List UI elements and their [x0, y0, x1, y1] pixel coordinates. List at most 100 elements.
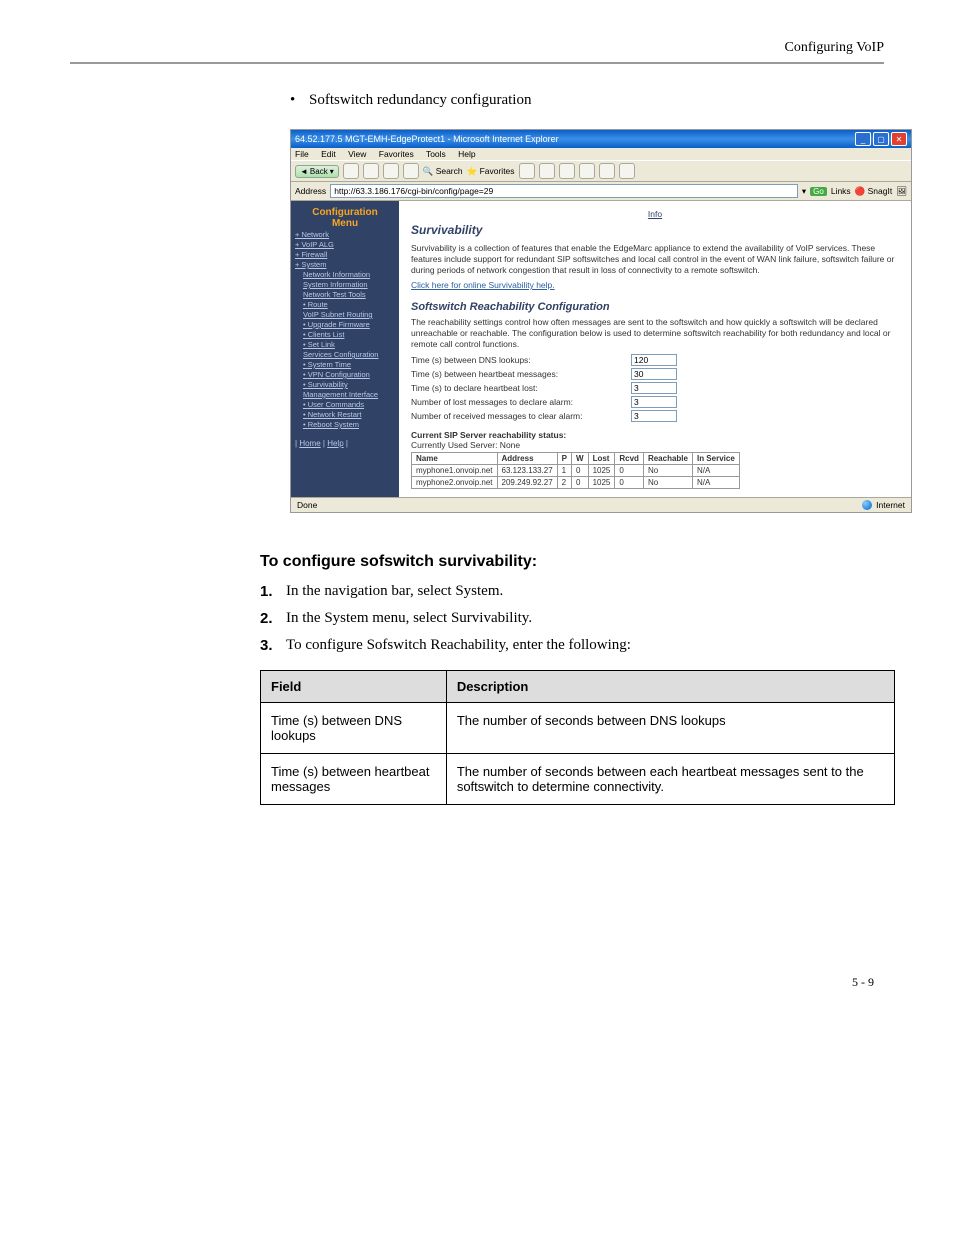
minimize-icon[interactable]: _ — [855, 132, 871, 146]
th-field: Field — [261, 671, 447, 703]
address-bar: Address ▾ Go Links 🔴 SnagIt 🖼 — [291, 182, 911, 201]
embedded-screenshot: 64.52.177.5 MGT-EMH-EdgeProtect1 - Micro… — [290, 129, 912, 513]
step-number: 2. — [260, 610, 286, 627]
status-right: Internet — [876, 500, 905, 510]
menu-view[interactable]: View — [348, 149, 366, 159]
menu-tools[interactable]: Tools — [426, 149, 446, 159]
sip-status-title: Current SIP Server reachability status: — [411, 430, 899, 440]
lost-alarm-label: Number of lost messages to declare alarm… — [411, 397, 631, 407]
window-titlebar: 64.52.177.5 MGT-EMH-EdgeProtect1 - Micro… — [291, 130, 911, 148]
sidebar-title: ConfigurationMenu — [295, 207, 395, 229]
table-row: Time (s) between DNS lookups The number … — [261, 703, 895, 754]
history-button[interactable] — [519, 163, 535, 179]
forward-button[interactable] — [343, 163, 359, 179]
window-title: 64.52.177.5 MGT-EMH-EdgeProtect1 - Micro… — [295, 134, 559, 144]
heartbeat-interval-input[interactable] — [631, 368, 677, 380]
sidebar-help-link[interactable]: Help — [327, 439, 343, 448]
content-pane: Info Survivability Survivability is a co… — [399, 201, 911, 497]
sidebar-item-usercmd[interactable]: • User Commands — [303, 400, 395, 409]
sidebar-item-netinfo[interactable]: Network Information — [303, 270, 395, 279]
th-lost: Lost — [588, 453, 615, 465]
research-button[interactable] — [619, 163, 635, 179]
sip-status-subtitle: Currently Used Server: None — [411, 440, 899, 450]
survivability-description: Survivability is a collection of feature… — [411, 243, 899, 276]
th-address: Address — [497, 453, 557, 465]
address-input[interactable] — [330, 184, 798, 198]
maximize-icon[interactable]: ▢ — [873, 132, 889, 146]
step-text: In the System menu, select Survivability… — [286, 610, 532, 627]
dns-lookup-label: Time (s) between DNS lookups: — [411, 355, 631, 365]
links-label: Links — [831, 186, 851, 196]
step-number: 3. — [260, 637, 286, 654]
home-button[interactable] — [403, 163, 419, 179]
browser-menubar: File Edit View Favorites Tools Help — [291, 148, 911, 160]
sidebar-item-clients[interactable]: • Clients List — [303, 330, 395, 339]
favorites-button[interactable]: ⭐ Favorites — [467, 166, 515, 177]
th-inservice: In Service — [692, 453, 739, 465]
print-button[interactable] — [559, 163, 575, 179]
sidebar-item-voipalg[interactable]: + VoIP ALG — [295, 240, 395, 249]
address-dropdown-icon[interactable]: ▾ — [802, 186, 806, 197]
refresh-button[interactable] — [383, 163, 399, 179]
th-w: W — [572, 453, 589, 465]
discuss-button[interactable] — [599, 163, 615, 179]
sip-server-table: Name Address P W Lost Rcvd Reachable In … — [411, 452, 740, 489]
heartbeat-lost-label: Time (s) to declare heartbeat lost: — [411, 383, 631, 393]
procedure-title: To configure sofswitch survivability: — [260, 553, 884, 571]
menu-favorites[interactable]: Favorites — [379, 149, 414, 159]
th-p: P — [557, 453, 571, 465]
extra-toolbar-icon[interactable]: 🖼 — [896, 186, 907, 197]
th-rcvd: Rcvd — [615, 453, 644, 465]
sidebar-item-firewall[interactable]: + Firewall — [295, 250, 395, 259]
sidebar-item-survivability[interactable]: • Survivability — [303, 380, 395, 389]
internet-zone-icon — [862, 500, 872, 510]
page-number: 5 - 9 — [70, 975, 884, 990]
sidebar-item-route[interactable]: • Route — [303, 300, 395, 309]
menu-edit[interactable]: Edit — [321, 149, 336, 159]
edit-button[interactable] — [579, 163, 595, 179]
go-button[interactable]: Go — [810, 187, 827, 196]
sidebar-item-vpncfg[interactable]: • VPN Configuration — [303, 370, 395, 379]
sidebar-item-setlink[interactable]: • Set Link — [303, 340, 395, 349]
online-help-link[interactable]: Click here for online Survivability help… — [411, 280, 555, 290]
snagit-button[interactable]: 🔴 SnagIt — [855, 186, 893, 197]
recv-clear-input[interactable] — [631, 410, 677, 422]
sidebar-home-link[interactable]: Home — [299, 439, 320, 448]
sidebar-item-upgrade[interactable]: • Upgrade Firmware — [303, 320, 395, 329]
heading-survivability: Survivability — [411, 223, 899, 237]
back-button[interactable]: ◄ Back ▾ — [295, 165, 339, 178]
sidebar-item-network[interactable]: + Network — [295, 230, 395, 239]
step-text: To configure Sofswitch Reachability, ent… — [286, 637, 631, 654]
sidebar-item-reboot[interactable]: • Reboot System — [303, 420, 395, 429]
status-left: Done — [297, 500, 317, 510]
lost-alarm-input[interactable] — [631, 396, 677, 408]
menu-file[interactable]: File — [295, 149, 309, 159]
table-row: Time (s) between heartbeat messages The … — [261, 754, 895, 805]
sidebar-item-sysinfo[interactable]: System Information — [303, 280, 395, 289]
stop-button[interactable] — [363, 163, 379, 179]
menu-help[interactable]: Help — [458, 149, 475, 159]
address-label: Address — [295, 186, 326, 196]
bullet-text: Softswitch redundancy configuration — [290, 92, 884, 109]
heading-reachability: Softswitch Reachability Configuration — [411, 301, 899, 313]
search-button[interactable]: 🔍 Search — [423, 166, 463, 177]
dns-lookup-input[interactable] — [631, 354, 677, 366]
cell-desc: The number of seconds between DNS lookup… — [446, 703, 894, 754]
sidebar-item-mgmtif[interactable]: Management Interface — [303, 390, 395, 399]
mail-button[interactable] — [539, 163, 555, 179]
sidebar-item-nettest[interactable]: Network Test Tools — [303, 290, 395, 299]
cell-desc: The number of seconds between each heart… — [446, 754, 894, 805]
sidebar-item-system[interactable]: + System — [295, 260, 395, 269]
th-name: Name — [412, 453, 498, 465]
reachability-description: The reachability settings control how of… — [411, 317, 899, 350]
info-link[interactable]: Info — [411, 209, 899, 219]
sidebar-item-servcfg[interactable]: Services Configuration — [303, 350, 395, 359]
close-icon[interactable]: ✕ — [891, 132, 907, 146]
th-reachable: Reachable — [643, 453, 692, 465]
fields-table: Field Description Time (s) between DNS l… — [260, 670, 895, 805]
sidebar-item-netrestart[interactable]: • Network Restart — [303, 410, 395, 419]
page-header: Configuring VoIP — [70, 40, 884, 64]
sidebar-item-systime[interactable]: • System Time — [303, 360, 395, 369]
heartbeat-lost-input[interactable] — [631, 382, 677, 394]
sidebar-item-voipsubnet[interactable]: VoIP Subnet Routing — [303, 310, 395, 319]
